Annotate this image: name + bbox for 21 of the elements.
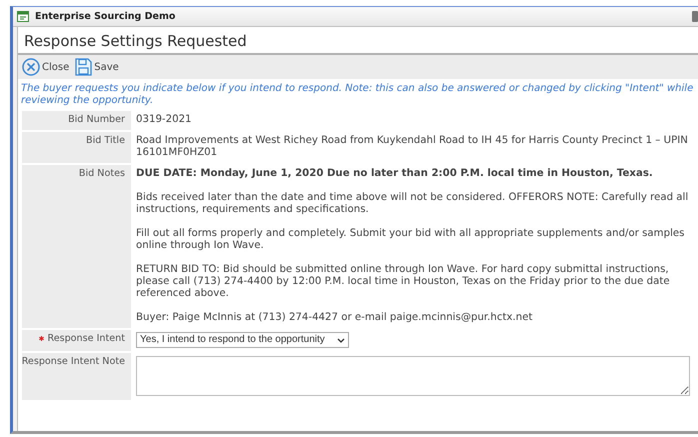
close-button[interactable]: Close <box>22 58 70 76</box>
field-label: Bid Notes <box>78 168 125 180</box>
field-value: Fill out all forms properly and completely. Submit your bid with all appropriate supplements and/or samples online through Ion Wave. <box>136 228 686 252</box>
field-label: Response Intent Note <box>22 356 125 368</box>
intent-dropdown[interactable]: Yes, I intend to respond to the opportunity <box>136 332 349 348</box>
field-value: Buyer: Paige McInnis at (713) 274-4427 or e-mail paige.mcinnis@pur.hctx.net <box>136 312 534 324</box>
field-value: 0319-2021 <box>136 114 193 126</box>
field-value: DUE DATE: Monday, June 1, 2020 Due no later than 2:00 P.M. local time in Houston, Texas. <box>136 168 654 180</box>
app-icon <box>17 11 29 22</box>
field-value: RETURN BID TO: Bid should be submitted online through Ion Wave. For hard copy submittal instructions, please call (713) 274-4400 by 12:00 P.M. local time in Houston, Texas on the Friday prior to the due date referenced above. <box>136 264 671 300</box>
save-button[interactable]: Save <box>75 58 119 76</box>
field-label: Bid Title <box>86 135 125 147</box>
field-value: Road Improvements at West Richey Road from Kuykendahl Road to IH 45 for Harris County Precinct 1 – UPIN 16101MF0HZ01 <box>136 135 689 159</box>
instruction-text: The buyer requests you indicate below if you intend to respond. Note: this can also be answered or changed by clicking "Intent" while reviewing the opportunity. <box>20 82 694 108</box>
field-label: Response Intent <box>47 333 125 345</box>
save-icon <box>75 58 92 76</box>
field-value: Bids received later than the date and time above will not be considered. OFFERORS NOTE: Carefully read all instructions, requirements and specifications. <box>136 192 690 216</box>
chevron-icon <box>337 338 345 342</box>
field-label: Bid Number <box>68 114 125 126</box>
note-field[interactable] <box>136 356 690 396</box>
window-title: Enterprise Sourcing Demo <box>35 11 176 22</box>
